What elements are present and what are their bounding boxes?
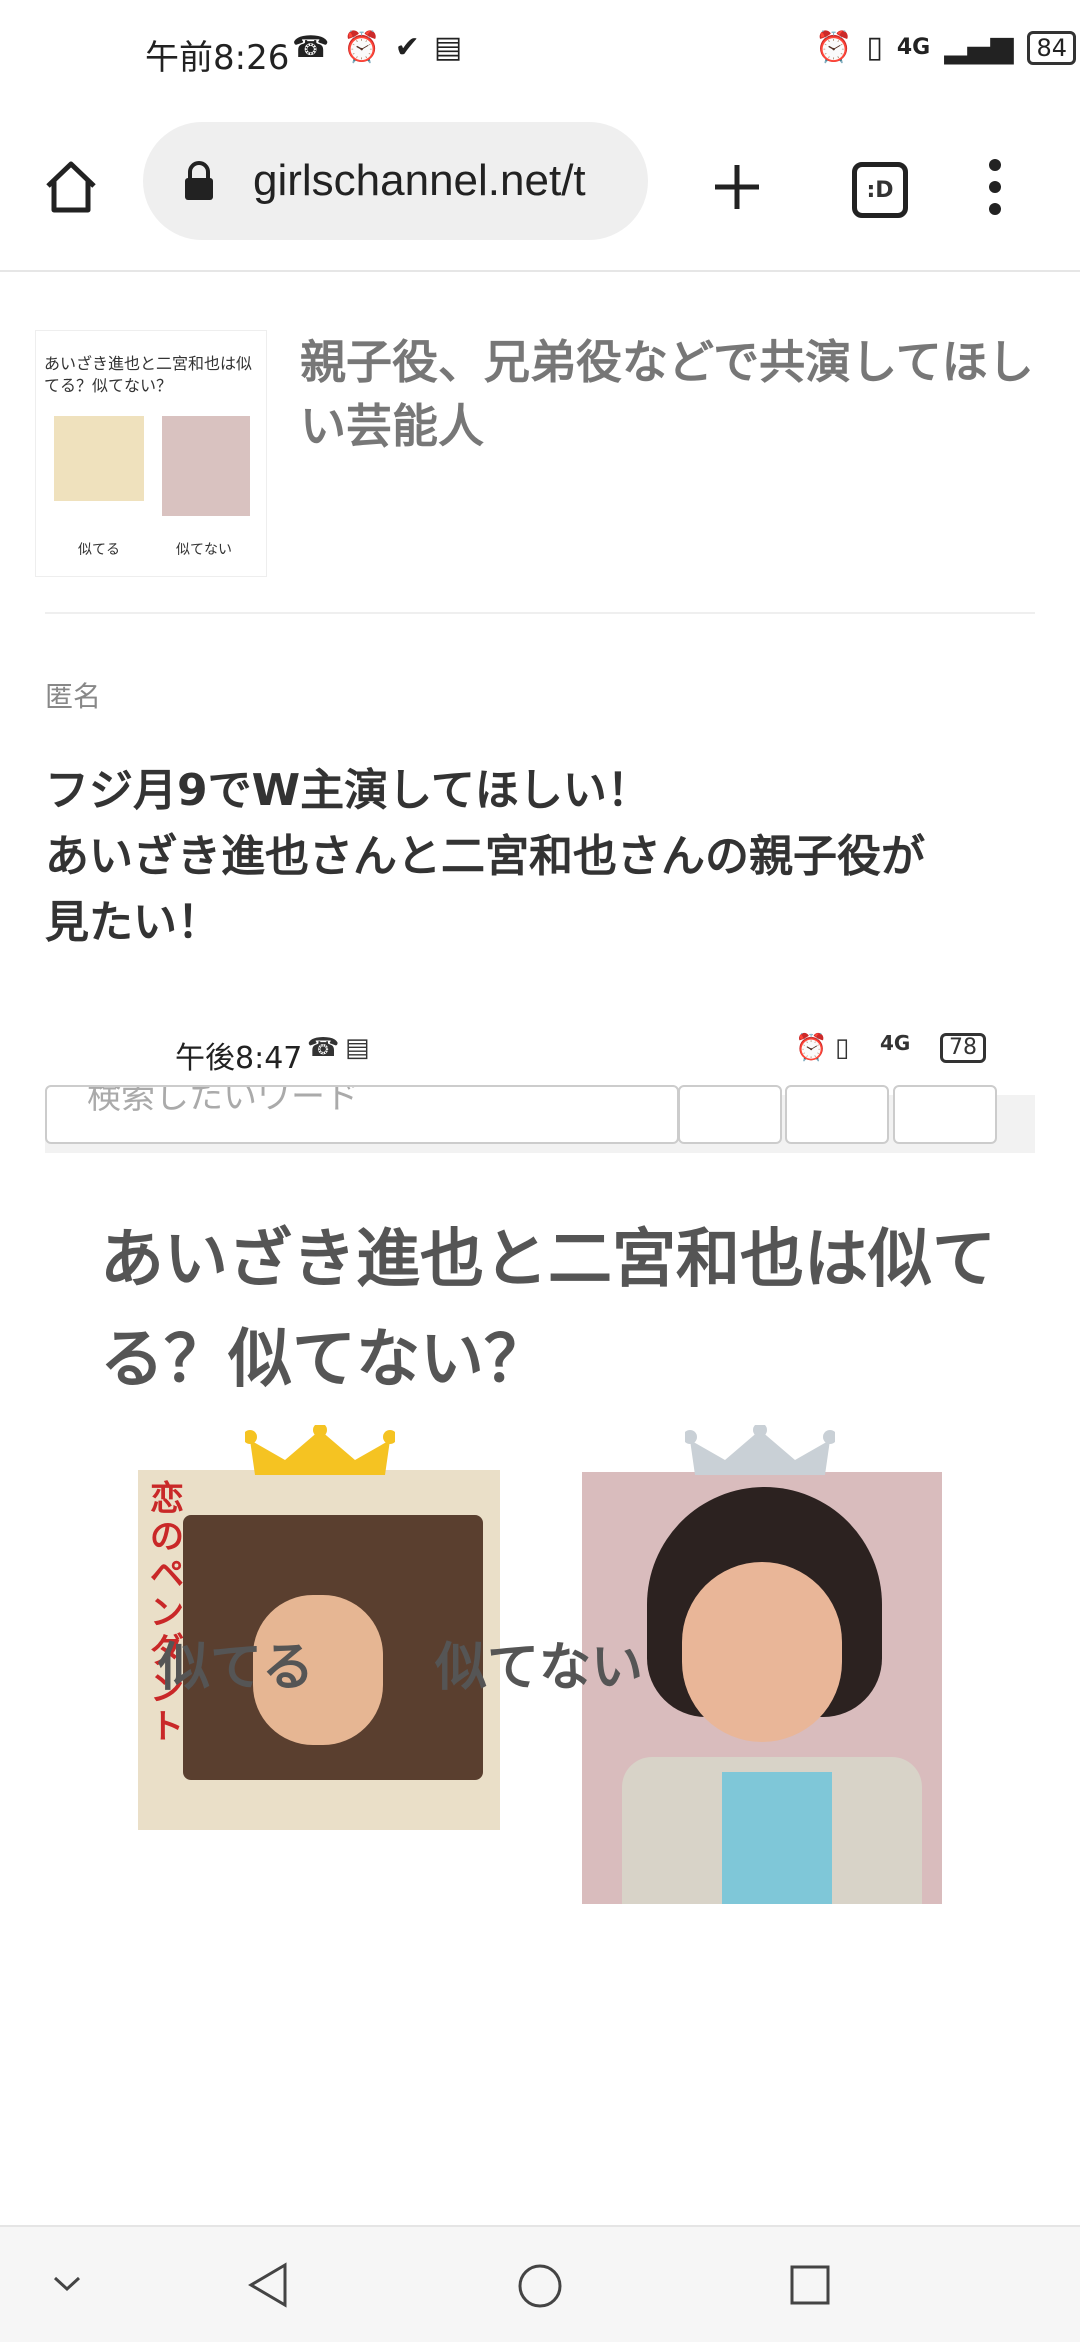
comment-line-2: あいざき進也さんと二宮和也さんの親子役が bbox=[45, 831, 925, 882]
status-left-icons: ☎ ⏰ ✔ ▤ bbox=[292, 30, 462, 65]
option-not-similar: 似てない bbox=[435, 1638, 644, 1698]
system-navigation-bar bbox=[0, 2225, 1080, 2342]
gold-crown-icon bbox=[245, 1425, 395, 1475]
tab-switcher-button[interactable]: :D bbox=[852, 162, 908, 218]
embedded-search-button bbox=[678, 1085, 782, 1144]
url-text: girlschannel.net/t bbox=[253, 156, 586, 205]
thumbnail-photo-1 bbox=[54, 416, 144, 501]
embedded-calendar-icon: ▤ bbox=[345, 1033, 370, 1063]
chevron-down-icon[interactable] bbox=[52, 2275, 82, 2293]
comment-body: フジ月9でW主演してほしい！ あいざき進也さんと二宮和也さんの親子役が 見たい！ bbox=[45, 758, 1045, 956]
check-icon: ✔ bbox=[394, 30, 420, 65]
lock-icon bbox=[185, 161, 213, 200]
embedded-missed-call-icon: ☎ bbox=[307, 1033, 340, 1063]
embedded-status-time: 午後8:47 bbox=[175, 1041, 303, 1076]
thumbnail-photo-2 bbox=[162, 416, 250, 516]
comment-line-3: 見たい！ bbox=[45, 897, 221, 948]
new-tab-icon[interactable] bbox=[712, 162, 762, 212]
home-icon[interactable] bbox=[42, 158, 100, 216]
embedded-button-3 bbox=[893, 1085, 997, 1144]
embedded-status-bar: 午後8:47 ☎ ▤ ⏰ ▯ 4G 78 bbox=[45, 1005, 1035, 1095]
url-bar[interactable]: girlschannel.net/t bbox=[143, 122, 648, 240]
comment-author: 匿名 bbox=[45, 680, 102, 713]
signal-icon: ▂▄▆ bbox=[944, 30, 1014, 65]
battery-indicator: 84 bbox=[1027, 30, 1077, 65]
embedded-search-strip: 検索したいワード bbox=[45, 1085, 1035, 1153]
missed-call-icon: ☎ bbox=[292, 30, 330, 65]
divider bbox=[45, 612, 1035, 614]
embedded-battery-indicator: 78 bbox=[940, 1033, 986, 1063]
tab-switcher-label: :D bbox=[866, 177, 894, 203]
related-topic-title[interactable]: 親子役、兄弟役などで共演してほしい芸能人 bbox=[300, 330, 1040, 458]
silver-crown-icon bbox=[685, 1425, 835, 1475]
menu-icon[interactable] bbox=[985, 157, 1005, 217]
network-type: 4G bbox=[896, 35, 931, 60]
alarm-icon: ⏰ bbox=[343, 30, 381, 65]
embedded-vibrate-icon: ▯ bbox=[835, 1033, 850, 1063]
browser-toolbar: girlschannel.net/t :D bbox=[0, 100, 1080, 272]
tshirt bbox=[722, 1772, 832, 1904]
back-icon[interactable] bbox=[247, 2262, 289, 2308]
related-thumbnail[interactable]: あいざき進也と二宮和也は似てる？似てない？ 似てる 似てない bbox=[35, 330, 267, 577]
attached-screenshot[interactable]: 午後8:47 ☎ ▤ ⏰ ▯ 4G 78 検索したいワード あいざき進也と二宮和… bbox=[45, 1005, 1035, 2335]
thumbnail-option-2: 似てない bbox=[176, 542, 232, 558]
embedded-button-2 bbox=[785, 1085, 889, 1144]
record-title: 恋のペンダント bbox=[150, 1479, 184, 1747]
embedded-network-type: 4G bbox=[880, 1031, 911, 1055]
status-time: 午前8:26 bbox=[145, 38, 290, 78]
home-nav-icon[interactable] bbox=[516, 2262, 564, 2310]
calendar-icon: ▤ bbox=[433, 30, 463, 65]
status-right-icons: ⏰ ▯ 4G ▂▄▆ 84 bbox=[815, 30, 1077, 65]
embedded-search-placeholder: 検索したいワード bbox=[87, 1085, 359, 1117]
thumbnail-option-1: 似てる bbox=[78, 542, 120, 558]
thumbnail-question: あいざき進也と二宮和也は似てる？似てない？ bbox=[44, 354, 253, 395]
embedded-search-input: 検索したいワード bbox=[45, 1085, 679, 1144]
status-bar: 午前8:26 ☎ ⏰ ✔ ▤ ⏰ ▯ 4G ▂▄▆ 84 bbox=[0, 0, 1080, 100]
option-similar: 似てる bbox=[158, 1638, 315, 1698]
face bbox=[682, 1562, 842, 1742]
vibrate-icon: ▯ bbox=[866, 30, 883, 65]
comment-line-1: フジ月9でW主演してほしい！ bbox=[45, 765, 651, 816]
embedded-alarm-icon: ⏰ bbox=[795, 1033, 828, 1063]
alarm-icon: ⏰ bbox=[815, 30, 853, 65]
recents-icon[interactable] bbox=[789, 2264, 831, 2306]
embedded-heading: あいざき進也と二宮和也は似てる？似てない？ bbox=[100, 1223, 996, 1397]
